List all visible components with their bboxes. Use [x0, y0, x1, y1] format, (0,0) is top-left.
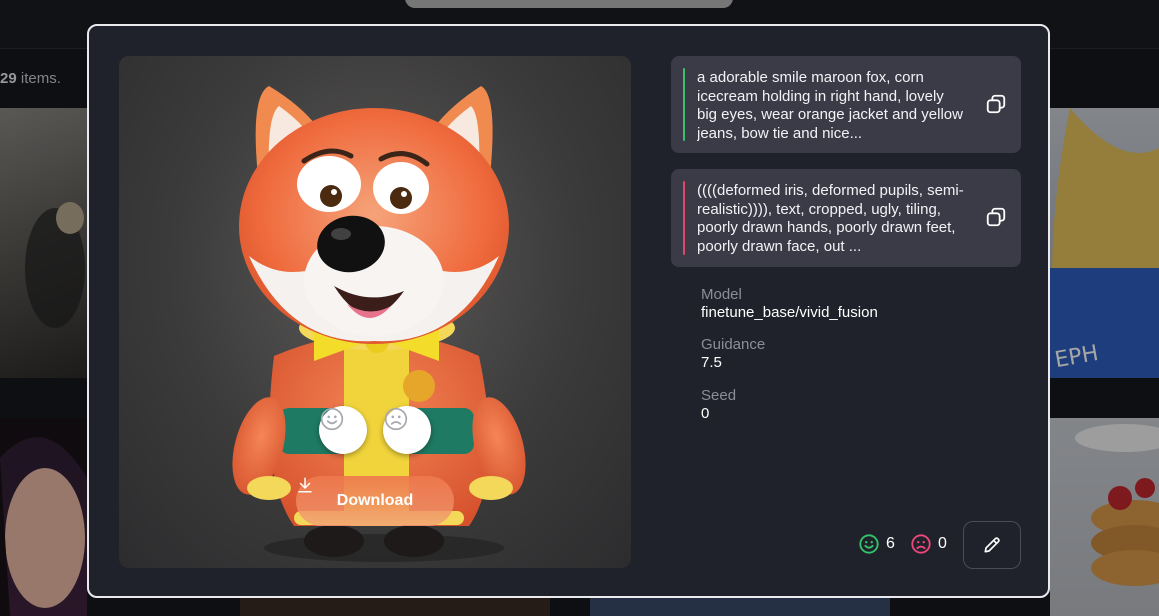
negative-prompt-accent — [683, 181, 685, 255]
positive-prompt-text: a adorable smile maroon fox, corn icecre… — [697, 69, 963, 142]
negative-prompt-text: ((((deformed iris, deformed pupils, semi… — [697, 182, 964, 255]
dislike-count: 0 — [910, 533, 947, 555]
model-label: Model — [701, 286, 742, 303]
dislike-count-value: 0 — [938, 535, 947, 552]
smile-icon — [320, 407, 344, 431]
frown-icon — [911, 534, 931, 554]
edit-button[interactable] — [963, 521, 1021, 569]
seed-label: Seed — [701, 387, 737, 404]
copy-negative-prompt-button[interactable] — [983, 204, 1009, 230]
seed-value: 0 — [701, 405, 710, 422]
guidance-label: Guidance — [701, 336, 766, 353]
pencil-icon — [984, 537, 1000, 553]
copy-icon — [986, 207, 1006, 227]
seed-detail: Seed 0 — [701, 387, 736, 423]
smile-icon — [859, 534, 879, 554]
negative-prompt-card: ((((deformed iris, deformed pupils, semi… — [671, 169, 1021, 267]
guidance-value: 7.5 — [701, 354, 722, 371]
model-value: finetune_base/vivid_fusion — [701, 304, 878, 321]
positive-prompt-card: a adorable smile maroon fox, corn icecre… — [671, 56, 1021, 153]
dislike-button[interactable] — [383, 406, 431, 454]
download-icon — [298, 477, 312, 493]
download-button[interactable]: Download — [296, 476, 454, 526]
guidance-detail: Guidance 7.5 — [701, 336, 765, 372]
like-count-value: 6 — [886, 535, 895, 552]
download-label: Download — [336, 492, 414, 509]
positive-prompt-accent — [683, 68, 685, 141]
like-count: 6 — [858, 533, 895, 555]
image-detail-modal: Download a adorable smile maroon fox, co… — [87, 24, 1050, 598]
model-detail: Model finetune_base/vivid_fusion — [701, 286, 878, 322]
copy-positive-prompt-button[interactable] — [983, 91, 1009, 117]
like-button[interactable] — [319, 406, 367, 454]
generated-image-preview: Download — [119, 56, 631, 568]
copy-icon — [986, 94, 1006, 114]
frown-icon — [384, 407, 408, 431]
